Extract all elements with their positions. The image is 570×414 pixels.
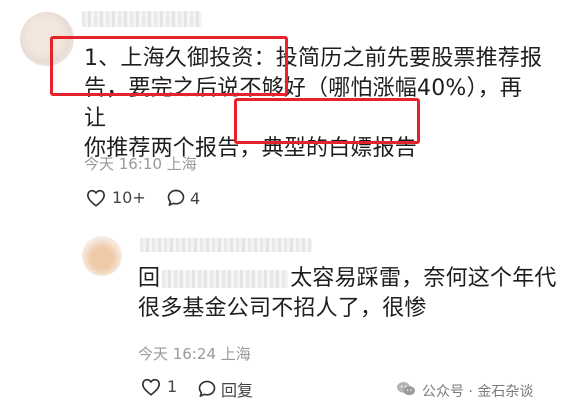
username-main-blurred[interactable] [82,11,202,27]
reply-line-1-text: 太容易踩雷，奈何这个年代 [290,266,557,291]
username-reply-blurred[interactable] [140,238,312,252]
comment-icon [197,379,217,399]
reply-prefix: 回 [138,266,161,291]
wechat-icon [396,380,416,402]
reply-count-main: 4 [190,188,201,208]
heart-icon [141,378,161,396]
like-button-reply[interactable]: 1 [141,377,177,396]
heart-icon [86,189,106,207]
avatar-reply[interactable] [82,236,122,276]
highlight-box-whitewash [234,98,420,144]
reply-text: 回 太容易踩雷，奈何这个年代 很多基金公司不招人了，很惨 [138,264,558,324]
reply-line-1: 回 太容易踩雷，奈何这个年代 [138,264,558,294]
reply-button-main[interactable]: 4 [166,188,200,208]
comment-icon [166,188,186,208]
reply-button-reply[interactable]: 回复 [197,377,253,401]
like-count-reply: 1 [167,377,178,396]
like-button-main[interactable]: 10+ [86,188,146,207]
timestamp-main: 今天 16:10 上海 [84,155,197,173]
reply-line-2: 很多基金公司不招人了，很惨 [138,296,427,321]
highlight-box-company [50,36,288,96]
reply-mention-blurred[interactable] [162,270,289,288]
watermark: 公众号 · 金石杂谈 [396,380,533,402]
like-count-main: 10+ [112,188,146,207]
timestamp-reply: 今天 16:24 上海 [138,345,251,363]
reply-label: 回复 [221,381,254,400]
watermark-text: 公众号 · 金石杂谈 [422,384,534,400]
